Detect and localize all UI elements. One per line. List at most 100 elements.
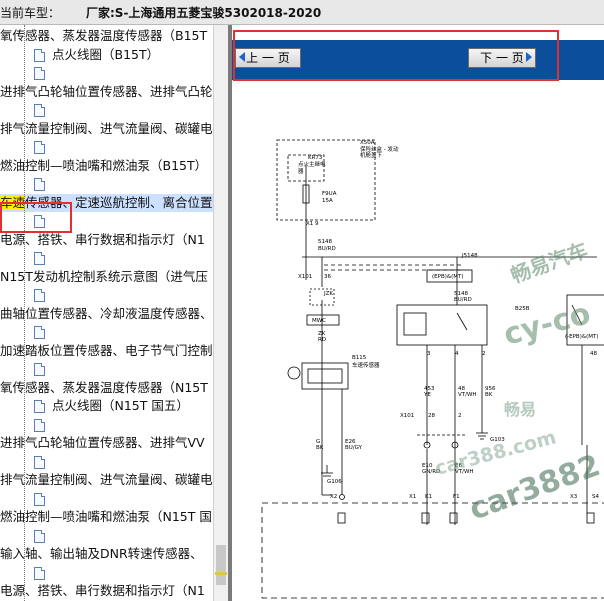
diagram-text-x50a: X50A	[360, 140, 375, 146]
tree-item[interactable]	[0, 64, 213, 82]
tree-item[interactable]: 燃油控制—喷油嘴和燃油泵（N15T 国	[0, 508, 213, 526]
tree-item-label: 燃油控制—喷油嘴和燃油泵（N15T 国	[0, 509, 212, 524]
document-icon	[34, 566, 45, 580]
model-label: 当前车型：	[0, 6, 61, 20]
watermark-1: 畅易汽车	[508, 238, 591, 288]
tree-item[interactable]	[0, 249, 213, 267]
tree-item-label: 氧传感器、蒸发器温度传感器（N15T	[0, 379, 208, 395]
watermark-2: cy-co	[500, 296, 594, 353]
tree-item-label: 进排气凸轮轴位置传感器、进排气凸轮	[0, 83, 213, 99]
tree-item-label: 排气流量控制阀、进气流量阀、碳罐电	[0, 472, 213, 487]
tree-item[interactable]: 进排气凸轮轴位置传感器、进排气VV	[0, 434, 213, 452]
scrollbar-thumb[interactable]	[216, 545, 226, 585]
scrollbar-marker	[215, 572, 227, 575]
document-icon	[34, 400, 45, 413]
diagram-text-wire-5148b-color: BU/RD	[454, 297, 472, 303]
tree-item[interactable]: 排气流量控制阀、进气流量阀、碳罐电	[0, 120, 213, 138]
document-icon	[34, 529, 45, 543]
highlight-box	[0, 202, 72, 233]
diagram-text-j5148: J5148	[461, 253, 478, 259]
diagram-text-mwc: MWC	[312, 318, 326, 324]
diagram-text-x1-9: X1 9	[306, 221, 319, 227]
tree-item[interactable]: 点火线圈（N15T 国五）	[0, 397, 213, 415]
model-name: 厂家:S-上海通用五菱宝骏5302018-2020	[86, 6, 322, 20]
tree-item[interactable]: 燃油控制—喷油嘴和燃油泵（B15T）	[0, 157, 213, 175]
diagram-text-x50a-desc: 保险丝盒 - 发动	[360, 145, 399, 153]
tree-item-label: 进排气凸轮轴位置传感器、进排气VV	[0, 435, 205, 450]
tree-item[interactable]: 进排气凸轮轴位置传感器、进排气凸轮	[0, 83, 213, 101]
tree-item-label: 加速踏板位置传感器、电子节气门控制	[0, 342, 213, 358]
tree-item[interactable]	[0, 323, 213, 341]
diagram-text-x101b: X101	[400, 413, 414, 419]
document-icon	[34, 455, 45, 469]
tree-scrollbar[interactable]	[213, 25, 229, 601]
tree-item[interactable]	[0, 286, 213, 304]
tree-item[interactable]: 点火线圈（B15T）	[0, 46, 213, 64]
diagram-text-w48a-color: VT/WH	[458, 392, 477, 398]
diagram-text-kr73-desc2: 器	[298, 168, 304, 175]
diagram-text-f9ua-amp: 15A	[322, 198, 333, 204]
diagram-pane: 上 一 页 下 一 页 X50A 保险丝盒 - 发动 机舱盖下 KR73 点火主…	[232, 25, 604, 601]
tree-item-label: 电源、搭铁、串行数据和指示灯（N1	[0, 231, 205, 247]
document-icon	[34, 363, 45, 376]
diagram-text-g-bk: BK	[316, 445, 324, 451]
diagram-text-rd: RD	[318, 337, 326, 343]
diagram-text-x1: X1	[409, 494, 416, 500]
tree-item[interactable]: 氧传感器、蒸发器温度传感器（N15T	[0, 379, 213, 397]
tree-item[interactable]	[0, 453, 213, 471]
diagram-text-g106: G106	[327, 479, 342, 485]
tree-item[interactable]	[0, 360, 213, 378]
tree-item-label: 燃油控制—喷油嘴和燃油泵（B15T）	[0, 157, 208, 173]
diagram-text-pin-3: 3	[427, 351, 431, 357]
tree-item[interactable]: 加速踏板位置传感器、电子节气门控制	[0, 342, 213, 360]
tree-item[interactable]	[0, 416, 213, 434]
tree-item[interactable]	[0, 490, 213, 508]
tree-item[interactable]: 电源、搭铁、串行数据和指示灯（N1	[0, 231, 213, 249]
diagram-text-kr73: KR73	[308, 155, 323, 161]
document-icon	[34, 418, 45, 432]
tree-item-label: N15T发动机控制系统示意图（进气压	[0, 268, 208, 284]
tree-item[interactable]: 曲轴位置传感器、冷却液温度传感器、液	[0, 305, 213, 323]
tree-item[interactable]: 排气流量控制阀、进气流量阀、碳罐电	[0, 471, 213, 489]
diagram-text-pin-2: 2	[482, 351, 486, 357]
document-icon	[34, 326, 45, 339]
tree-guide-line	[24, 25, 25, 601]
tree-item[interactable]	[0, 175, 213, 193]
diagram-text-pin-4: 4	[455, 351, 459, 357]
tree-item-label: 点火线圈（N15T 国五）	[52, 398, 189, 413]
diagram-text-f1: F1	[453, 494, 460, 500]
diagram-text-b115-desc: 车速传感器	[352, 361, 380, 369]
diagram-text-wire-5148-color: BU/RD	[318, 246, 336, 252]
diagram-text-pin-28: 28	[428, 413, 435, 419]
diagram-text-kr73-desc: 点火主继电	[298, 160, 326, 168]
tree-item[interactable]	[0, 138, 213, 156]
tree-item[interactable]: 电源、搭铁、串行数据和指示灯（N1	[0, 582, 213, 600]
tree-item-label: 曲轴位置传感器、冷却液温度传感器、液	[0, 305, 213, 321]
document-icon	[34, 67, 45, 80]
diagram-text-wire-5148: 5148	[318, 239, 332, 245]
tree-item[interactable]: N15T发动机控制系统示意图（进气压	[0, 268, 213, 286]
diagram-text-f9ua: F9UA	[322, 191, 337, 197]
tree-item[interactable]	[0, 101, 213, 119]
tree-item-label: 氧传感器、蒸发器温度传感器（B15T	[0, 28, 208, 43]
tree-item[interactable]	[0, 527, 213, 545]
document-icon	[34, 48, 45, 62]
diagram-text-w453-color: YE	[423, 392, 431, 398]
tree-item[interactable]	[0, 564, 213, 582]
diagram-text-b115: B115	[352, 355, 367, 361]
tree-item-label: 输入轴、输出轴及DNR转速传感器、	[0, 546, 203, 561]
document-icon	[34, 178, 45, 191]
tree-item[interactable]: 氧传感器、蒸发器温度传感器（B15T	[0, 27, 213, 45]
diagram-text-s4: S4	[592, 494, 599, 500]
document-tree[interactable]: 氧传感器、蒸发器温度传感器（B15T 点火线圈（B15T） 进排气凸轮轴位置传感器、…	[0, 25, 213, 601]
diagram-text-k1: K1	[425, 494, 432, 500]
wiring-diagram: X50A 保险丝盒 - 发动 机舱盖下 KR73 点火主继电 器 F9UA 15…	[261, 139, 604, 599]
diagram-text-w956-color: BK	[485, 392, 493, 398]
document-icon	[34, 141, 45, 154]
diagram-text-x2: X2	[330, 494, 337, 500]
tree-item-label: 点火线圈（B15T）	[52, 46, 160, 62]
tree-item-label: 电源、搭铁、串行数据和指示灯（N1	[0, 583, 205, 598]
document-icon	[34, 289, 45, 302]
diagram-text-w48b: 48	[590, 351, 597, 357]
tree-item[interactable]: 输入轴、输出轴及DNR转速传感器、	[0, 545, 213, 563]
